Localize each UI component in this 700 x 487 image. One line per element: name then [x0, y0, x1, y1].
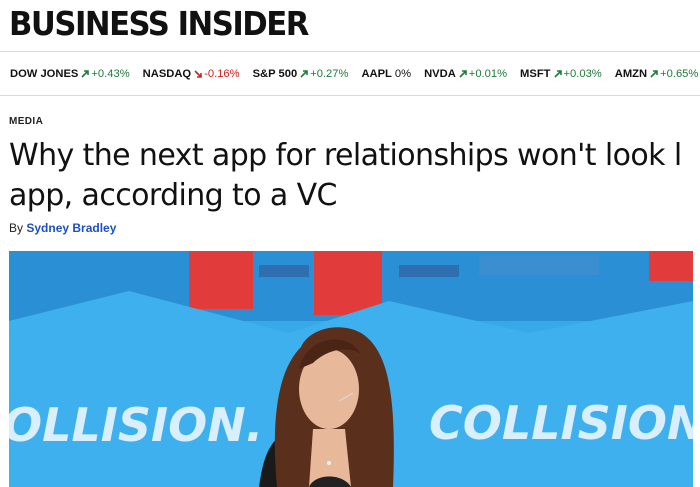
arrow-down-icon: [194, 70, 202, 78]
arrow-up-icon: [459, 70, 467, 78]
site-logo[interactable]: BUSINESS INSIDER: [9, 4, 309, 43]
ticker-item-aapl[interactable]: AAPL 0%: [361, 68, 411, 80]
arrow-up-icon: [81, 70, 90, 78]
ticker-item-sp500[interactable]: S&P 500 +0.27%: [253, 68, 349, 80]
arrow-up-icon: [300, 70, 308, 78]
ticker-change: +0.27%: [310, 68, 349, 80]
ticker-symbol: AAPL: [361, 68, 392, 80]
author-link[interactable]: Sydney Bradley: [26, 221, 116, 235]
headline-line-1: Why the next app for relationships won't…: [9, 138, 682, 173]
arrow-up-icon: [650, 70, 658, 78]
ticker-symbol: DOW JONES: [10, 68, 79, 80]
ticker-change: +0.43%: [91, 68, 130, 80]
ticker-item-nasdaq[interactable]: NASDAQ -0.16%: [143, 68, 240, 80]
hero-photo: OLLISION. COLLISION: [9, 251, 693, 487]
hero-image[interactable]: OLLISION. COLLISION: [9, 251, 693, 487]
banner-text-left: OLLISION.: [9, 398, 263, 452]
site-header: BUSINESS INSIDER: [0, 0, 700, 52]
ticker-symbol: NASDAQ: [142, 68, 192, 80]
article-category[interactable]: MEDIA: [9, 116, 43, 127]
ticker-item-amzn[interactable]: AMZN +0.65%: [615, 68, 699, 80]
byline: By Sydney Bradley: [9, 221, 116, 235]
ticker-symbol: NVDA: [424, 68, 456, 80]
headline-line-2: app, according to a VC: [9, 178, 337, 213]
article-headline: Why the next app for relationships won't…: [9, 136, 700, 216]
ticker-item-nvda[interactable]: NVDA +0.01%: [424, 68, 507, 80]
byline-prefix: By: [9, 221, 24, 235]
ticker-change: +0.03%: [563, 68, 602, 80]
ticker-change: +0.65%: [660, 68, 699, 80]
market-ticker: DOW JONES +0.43% NASDAQ -0.16% S&P 500 +…: [0, 53, 700, 96]
ticker-change: -0.16%: [204, 68, 240, 80]
ticker-symbol: AMZN: [614, 68, 648, 80]
ticker-item-dow[interactable]: DOW JONES +0.43%: [10, 68, 130, 80]
ticker-item-msft[interactable]: MSFT +0.03%: [520, 68, 602, 80]
ticker-symbol: S&P 500: [252, 68, 298, 80]
ticker-symbol: MSFT: [520, 68, 551, 80]
banner-text-right: COLLISION: [429, 396, 693, 450]
arrow-up-icon: [553, 70, 562, 78]
ticker-change: 0%: [394, 68, 412, 80]
ticker-change: +0.01%: [468, 68, 508, 80]
